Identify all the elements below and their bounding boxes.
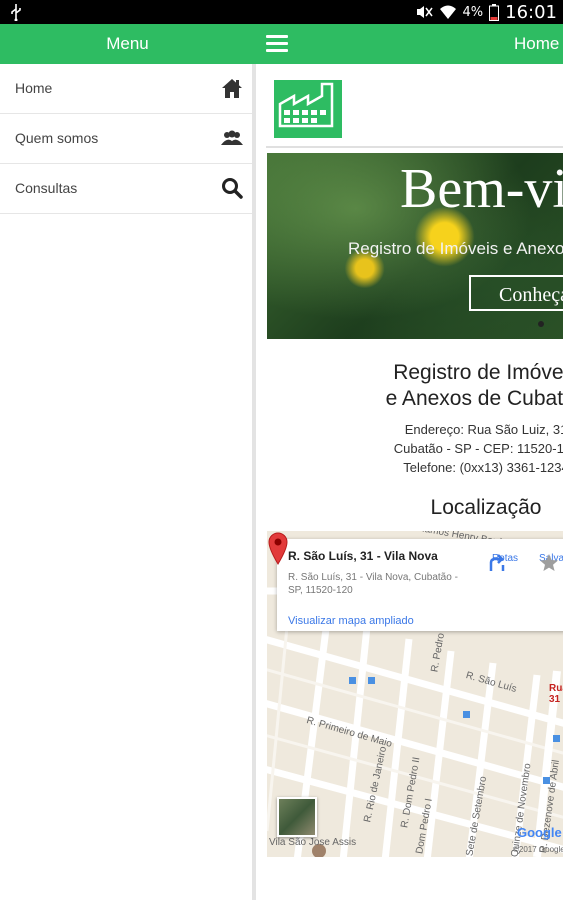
view-larger-map-link[interactable]: Visualizar mapa ampliado [288, 615, 414, 627]
drawer-item-quem-somos[interactable]: Quem somos [0, 114, 252, 164]
drawer-item-label: Home [15, 80, 53, 96]
battery-icon [489, 3, 500, 21]
drawer-item-consultas[interactable]: Consultas [0, 164, 252, 214]
hero-button[interactable]: Conheça [469, 275, 563, 311]
save-place-button[interactable]: Salvar [539, 553, 563, 571]
office-title: Registro de Imóveis e Anexos de Cubatão [256, 360, 563, 412]
hero-banner: Bem-vindo Registro de Imóveis e Anexos C… [267, 153, 563, 339]
carousel-indicator-dot[interactable] [538, 321, 544, 327]
people-icon [221, 130, 243, 145]
directions-icon [489, 554, 505, 571]
place-address: R. São Luís, 31 - Vila Nova, Cubatão - S… [288, 572, 458, 596]
office-address: Endereço: Rua São Luiz, 31 [404, 422, 563, 437]
usb-icon [11, 4, 21, 21]
menu-title: Menu [106, 34, 149, 53]
navigation-drawer: Home Quem somos Consultas [0, 64, 252, 900]
map-place-card: R. São Luís, 31 - Vila Nova R. São Luís,… [277, 539, 563, 631]
location-heading: Localização [430, 496, 542, 519]
directions-button[interactable]: Rotas [487, 553, 523, 571]
battery-percent: 4% [462, 4, 484, 20]
satellite-toggle[interactable] [277, 797, 317, 837]
google-logo: Google [517, 825, 562, 840]
home-icon [222, 79, 242, 98]
main-content: Bem-vindo Registro de Imóveis e Anexos C… [256, 64, 563, 900]
office-city: Cubatão - SP - CEP: 11520-120 [393, 441, 563, 456]
drawer-item-label: Quem somos [15, 130, 99, 146]
map-pin-icon[interactable] [267, 531, 289, 565]
status-bar: 4% 16:01 [0, 0, 563, 24]
app-bar: Menu Home [0, 24, 563, 64]
office-title-line2: e Anexos de Cubatão [385, 387, 563, 410]
star-icon [540, 554, 558, 571]
page-title: Home [514, 34, 560, 53]
clock: 16:01 [505, 1, 557, 23]
hero-subtitle: Registro de Imóveis e Anexos [348, 239, 563, 258]
area-label: Vila São Jose Assis [269, 837, 357, 848]
wifi-icon [439, 5, 456, 19]
hamburger-menu-icon[interactable] [266, 35, 288, 53]
office-phone: Telefone: (0xx13) 3361-1234 [403, 460, 563, 475]
place-title: R. São Luís, 31 - Vila Nova [288, 549, 438, 563]
mute-icon [416, 6, 433, 18]
drawer-item-home[interactable]: Home [0, 64, 252, 114]
pin-label: Rua 31 [549, 683, 563, 705]
factory-logo-icon [274, 80, 342, 138]
search-icon [222, 178, 243, 199]
header-divider [266, 146, 563, 148]
map-copyright: ©2017 Google [513, 845, 563, 854]
drawer-item-label: Consultas [15, 180, 78, 196]
hero-title: Bem-vindo [400, 158, 563, 220]
office-title-line1: Registro de Imóveis [393, 361, 563, 384]
map-embed[interactable]: R. São Luís R. Primeiro de Maio R. Rio d… [267, 531, 563, 857]
